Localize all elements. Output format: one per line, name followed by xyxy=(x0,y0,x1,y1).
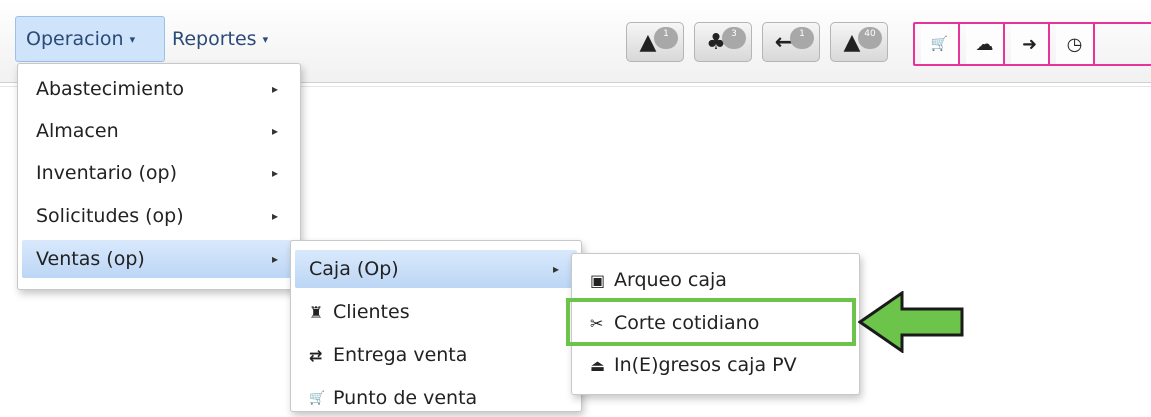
menu-item-solicitudes[interactable]: Solicitudes (op) ▸ xyxy=(22,197,296,235)
menu-item-label: Inventario (op) xyxy=(36,162,177,184)
menu-item-entrega-venta[interactable]: ⇄ Entrega venta xyxy=(295,336,577,374)
highlight-box xyxy=(566,298,856,346)
menu-item-label: In(E)gresos caja PV xyxy=(614,354,797,376)
alert-button-warning[interactable]: ▲ 1 xyxy=(626,22,684,62)
cloud-upload-button[interactable]: ☁ xyxy=(966,24,1005,64)
clock-icon: ◷ xyxy=(1066,33,1083,55)
alert-button-back[interactable]: ← 1 xyxy=(762,22,820,62)
menu-item-label: Ventas (op) xyxy=(36,248,145,270)
sign-in-icon: ➜ xyxy=(1021,33,1038,55)
menu-item-label: Entrega venta xyxy=(333,344,468,366)
menu-item-almacen[interactable]: Almacen ▸ xyxy=(22,112,296,150)
menu-item-label: Caja (Op) xyxy=(309,258,399,280)
exchange-icon: ⇄ xyxy=(309,345,323,365)
menu-item-label: Abastecimiento xyxy=(36,78,185,100)
alert-count-badge: 3 xyxy=(722,27,746,49)
chevron-right-icon: ▸ xyxy=(271,209,278,223)
menu-item-ingresos-caja[interactable]: ⏏ In(E)gresos caja PV xyxy=(576,346,855,384)
cart-button[interactable]: 🛒 xyxy=(921,24,960,64)
alert-button-users[interactable]: ♣ 3 xyxy=(694,22,752,62)
caret-down-icon: ▾ xyxy=(129,32,136,46)
menu-item-label: Clientes xyxy=(333,301,410,323)
chevron-right-icon: ▸ xyxy=(271,124,278,138)
chevron-right-icon: ▸ xyxy=(552,262,559,276)
quick-toolbar: 🛒 ☁ ➜ ◷ xyxy=(913,22,1151,66)
inbox-icon: ⏏ xyxy=(590,355,606,375)
pointer-arrow-icon xyxy=(858,291,964,353)
menu-item-label: Punto de venta xyxy=(333,387,478,409)
menu-item-inventario[interactable]: Inventario (op) ▸ xyxy=(22,154,296,192)
cloud-upload-icon: ☁ xyxy=(975,33,994,55)
menu-operacion: Abastecimiento ▸ Almacen ▸ Inventario (o… xyxy=(17,63,301,290)
tab-operacion-label: Operacion xyxy=(26,28,124,50)
clock-button[interactable]: ◷ xyxy=(1056,24,1095,64)
tab-reportes[interactable]: Reportes ▾ xyxy=(172,16,268,62)
menu-ventas: Caja (Op) ▸ ♜ Clientes ⇄ Entrega venta 🛒… xyxy=(290,240,582,412)
menu-item-punto-de-venta[interactable]: 🛒 Punto de venta xyxy=(295,379,577,417)
menu-item-ventas[interactable]: Ventas (op) ▸ xyxy=(22,240,296,278)
alert-count-badge: 40 xyxy=(858,27,882,49)
money-icon: ▣ xyxy=(590,270,606,290)
chevron-right-icon: ▸ xyxy=(271,252,278,266)
menu-item-label: Solicitudes (op) xyxy=(36,205,184,227)
menu-item-label: Arqueo caja xyxy=(614,269,727,291)
menu-item-caja[interactable]: Caja (Op) ▸ xyxy=(295,250,577,288)
alert-button-warning-2[interactable]: ▲ 40 xyxy=(830,22,888,62)
alert-count-badge: 1 xyxy=(654,27,678,49)
menu-item-arqueo-caja[interactable]: ▣ Arqueo caja xyxy=(576,261,855,299)
menu-item-label: Almacen xyxy=(36,120,119,142)
alert-count-badge: 1 xyxy=(790,27,814,49)
menu-item-clientes[interactable]: ♜ Clientes xyxy=(295,293,577,331)
chevron-right-icon: ▸ xyxy=(271,82,278,96)
cart-icon: 🛒 xyxy=(930,36,949,52)
tab-operacion[interactable]: Operacion ▾ xyxy=(15,16,165,62)
tab-reportes-label: Reportes xyxy=(172,28,257,50)
chevron-right-icon: ▸ xyxy=(271,166,278,180)
menu-item-abastecimiento[interactable]: Abastecimiento ▸ xyxy=(22,70,296,108)
user-icon: ♜ xyxy=(309,302,324,322)
sign-in-button[interactable]: ➜ xyxy=(1011,24,1050,64)
cart-icon: 🛒 xyxy=(309,390,326,406)
caret-down-icon: ▾ xyxy=(262,32,269,46)
